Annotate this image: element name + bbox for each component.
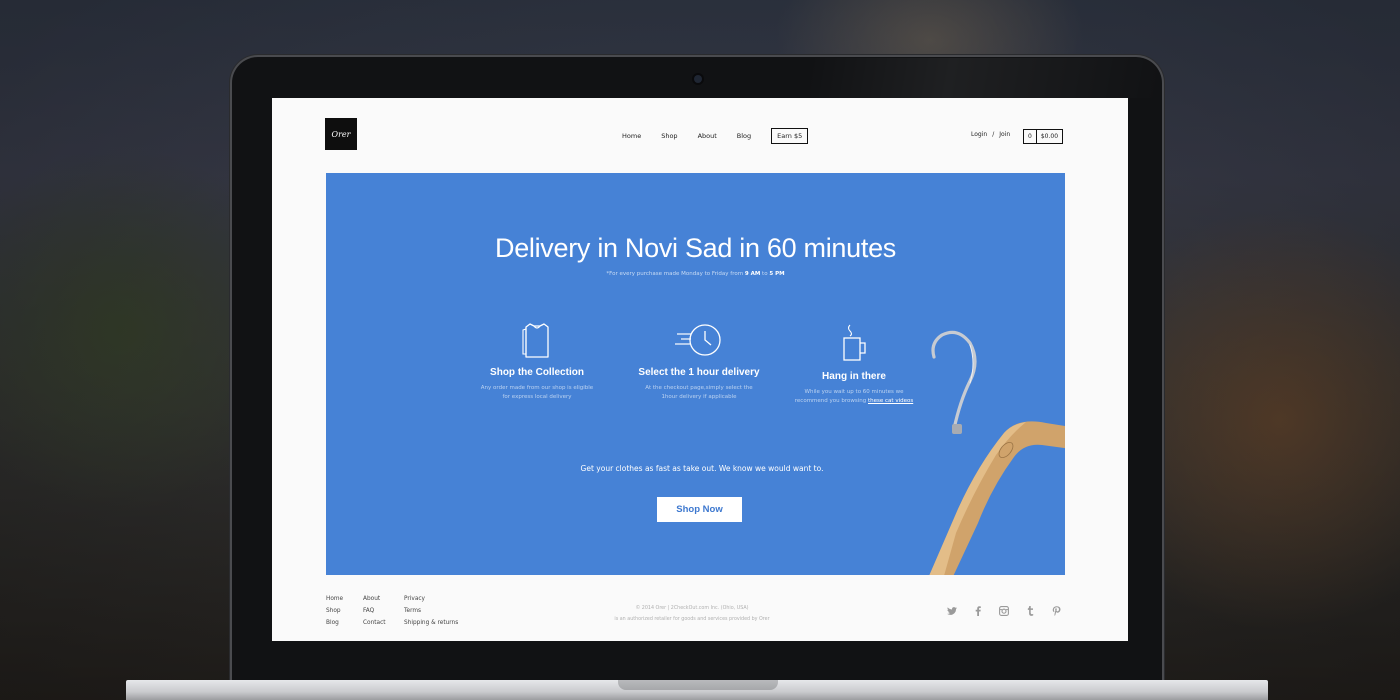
shop-now-button[interactable]: Shop Now xyxy=(657,497,742,522)
hero-title: Delivery in Novi Sad in 60 minutes xyxy=(495,233,896,263)
feature-title: Shop the Collection xyxy=(490,367,584,378)
instagram-icon[interactable] xyxy=(999,606,1009,616)
subtitle-to: 5 PM xyxy=(769,271,785,277)
feature-title: Select the 1 hour delivery xyxy=(638,367,760,378)
footer-home[interactable]: Home xyxy=(326,593,343,605)
social-links xyxy=(947,606,1061,616)
nav-about[interactable]: About xyxy=(698,132,717,140)
footer-privacy[interactable]: Privacy xyxy=(404,593,458,605)
footer-shipping[interactable]: Shipping & returns xyxy=(404,617,458,629)
subtitle-prefix: *For every purchase made Monday to Frida… xyxy=(606,271,745,277)
feature-desc: Any order made from our shop is eligible… xyxy=(480,385,594,400)
footer-terms[interactable]: Terms xyxy=(404,605,458,617)
join-link[interactable]: Join xyxy=(999,131,1010,138)
logo[interactable]: Orer xyxy=(325,118,357,150)
footer-faq[interactable]: FAQ xyxy=(363,605,386,617)
account-links: Login / Join xyxy=(971,131,1010,138)
footer-blog[interactable]: Blog xyxy=(326,617,343,629)
cart-button[interactable]: 0 $0.00 xyxy=(1023,129,1064,144)
subtitle-mid: to xyxy=(760,271,770,277)
hero-subtitle: *For every purchase made Monday to Frida… xyxy=(326,271,1065,277)
cart-count: 0 xyxy=(1024,130,1037,143)
tumblr-icon[interactable] xyxy=(1025,606,1035,616)
footer-links-1: Home Shop Blog xyxy=(326,593,343,629)
logo-text: Orer xyxy=(331,129,351,139)
facebook-icon[interactable] xyxy=(973,606,983,616)
hanger-icon xyxy=(929,330,1065,575)
footer-contact[interactable]: Contact xyxy=(363,617,386,629)
clock-icon xyxy=(675,324,721,356)
nav-home[interactable]: Home xyxy=(622,132,641,140)
footer-about[interactable]: About xyxy=(363,593,386,605)
subtitle-from: 9 AM xyxy=(744,271,761,277)
cart-total: $0.00 xyxy=(1040,133,1059,140)
hero-banner: Delivery in Novi Sad in 60 minutes *For … xyxy=(326,173,1065,575)
copyright-line2: is an authorized retailer for goods and … xyxy=(614,617,770,622)
camera xyxy=(694,75,702,83)
shirts-icon xyxy=(522,323,549,358)
feature-1hour-delivery: Select the 1 hour delivery At the checko… xyxy=(619,323,779,402)
feature-shop-collection: Shop the Collection Any order made from … xyxy=(457,323,617,402)
twitter-icon[interactable] xyxy=(947,606,957,616)
footer-links-3: Privacy Terms Shipping & returns xyxy=(404,593,458,629)
account-separator: / xyxy=(992,131,995,138)
copyright-line1: © 2014 Orer | 2CheckOut.com Inc. (Ohio, … xyxy=(635,606,749,611)
screen: Orer Home Shop About Blog Earn $5 Login … xyxy=(272,98,1128,641)
earn-button[interactable]: Earn $5 xyxy=(771,128,809,144)
feature-desc: At the checkout page,simply select the 1… xyxy=(645,385,753,400)
footer-shop[interactable]: Shop xyxy=(326,605,343,617)
main-nav: Home Shop About Blog Earn $5 xyxy=(622,128,809,144)
nav-blog[interactable]: Blog xyxy=(737,132,751,140)
bezel-shine xyxy=(810,58,1160,98)
laptop-notch xyxy=(618,680,778,690)
login-link[interactable]: Login xyxy=(971,131,987,138)
pinterest-icon[interactable] xyxy=(1051,606,1061,616)
copyright: © 2014 Orer | 2CheckOut.com Inc. (Ohio, … xyxy=(572,603,812,625)
nav-shop[interactable]: Shop xyxy=(661,132,677,140)
footer-links-2: About FAQ Contact xyxy=(363,593,386,629)
